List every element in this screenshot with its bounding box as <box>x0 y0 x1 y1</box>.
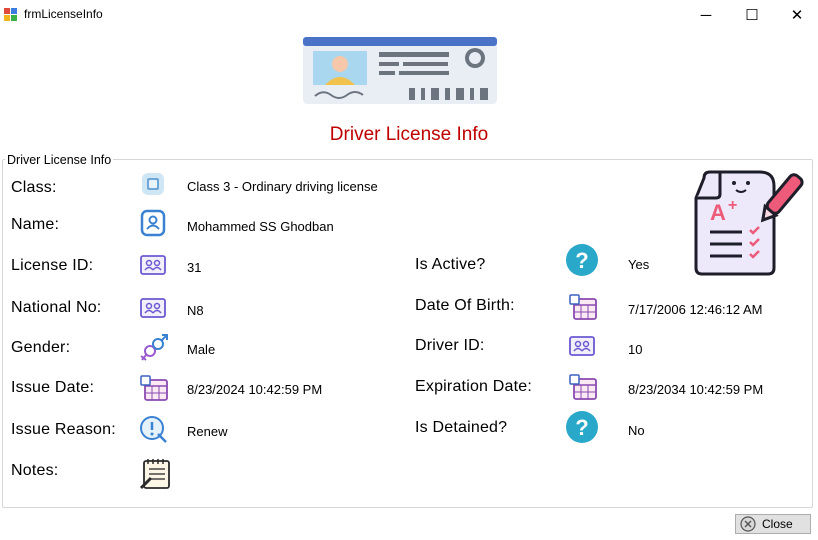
app-icon <box>4 8 17 21</box>
notepad-icon <box>139 459 170 490</box>
license-id-label: License ID: <box>11 257 94 274</box>
question-icon: ? <box>566 411 598 443</box>
license-class-icon <box>142 173 164 195</box>
close-button[interactable]: Close <box>735 514 811 534</box>
date-of-birth-label: Date Of Birth: <box>415 297 515 314</box>
license-card-image <box>303 37 497 104</box>
driver-id-label: Driver ID: <box>415 337 485 354</box>
issue-reason-value: Renew <box>187 424 228 439</box>
svg-text:?: ? <box>575 415 588 440</box>
is-detained-label: Is Detained? <box>415 419 508 436</box>
window-title: frmLicenseInfo <box>24 7 103 21</box>
class-label: Class: <box>11 179 57 196</box>
question-icon: ? <box>566 244 598 276</box>
name-label: Name: <box>11 216 60 233</box>
close-circle-icon <box>740 516 756 532</box>
title-bar: frmLicenseInfo ─ ☐ ✕ <box>0 0 818 30</box>
national-no-value: N8 <box>187 303 204 318</box>
gender-label: Gender: <box>11 339 71 356</box>
notes-label: Notes: <box>11 462 59 479</box>
group-legend: Driver License Info <box>5 153 114 167</box>
gender-value: Male <box>187 342 216 357</box>
national-no-label: National No: <box>11 299 102 316</box>
expiration-date-label: Expiration Date: <box>415 378 533 395</box>
expiration-date-value: 8/23/2034 10:42:59 PM <box>628 382 764 397</box>
issue-reason-label: Issue Reason: <box>11 421 116 438</box>
is-detained-value: No <box>628 423 645 438</box>
is-active-label: Is Active? <box>415 256 486 273</box>
name-value: Mohammed SS Ghodban <box>187 219 334 234</box>
id-card-icon <box>140 298 166 318</box>
minimize-button[interactable]: ─ <box>683 0 729 30</box>
calendar-icon <box>569 374 597 400</box>
calendar-icon <box>569 294 597 320</box>
id-card-icon <box>569 336 595 356</box>
license-id-value: 31 <box>187 260 202 275</box>
svg-text:+: + <box>728 197 737 214</box>
is-active-value: Yes <box>628 257 650 272</box>
info-reason-icon <box>140 416 167 443</box>
class-value: Class 3 - Ordinary driving license <box>187 179 378 194</box>
maximize-button[interactable]: ☐ <box>729 0 775 30</box>
gender-icon <box>140 334 168 361</box>
clipboard-grade-icon: A + <box>694 170 804 276</box>
svg-text:A: A <box>710 200 726 225</box>
calendar-icon <box>140 375 168 401</box>
close-button-label: Close <box>762 517 793 531</box>
id-card-icon <box>140 255 166 275</box>
driver-id-value: 10 <box>628 342 643 357</box>
close-window-button[interactable]: ✕ <box>774 0 818 30</box>
issue-date-label: Issue Date: <box>11 379 95 396</box>
person-card-icon <box>140 209 166 237</box>
issue-date-value: 8/23/2024 10:42:59 PM <box>187 382 323 397</box>
date-of-birth-value: 7/17/2006 12:46:12 AM <box>628 302 763 317</box>
svg-text:?: ? <box>575 248 588 273</box>
page-title: Driver License Info <box>329 124 489 145</box>
